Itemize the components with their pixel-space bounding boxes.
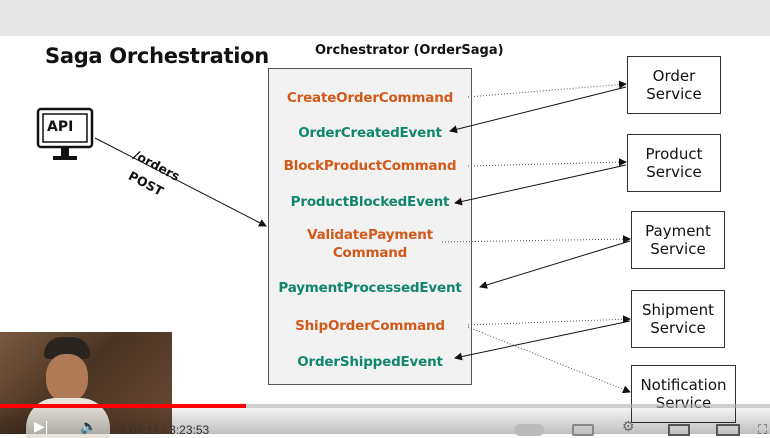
product-blocked-return-arrow <box>454 164 627 206</box>
order-created-return-arrow <box>449 86 627 134</box>
notification-dotted-arrow <box>467 326 631 394</box>
autoplay-toggle-icon[interactable] <box>514 424 544 436</box>
presenter-face <box>46 354 88 402</box>
miniplayer-icon[interactable] <box>668 424 690 436</box>
payment-processed-return-arrow <box>479 240 631 289</box>
ship-order-dotted-arrow <box>467 315 631 326</box>
subtitles-icon[interactable] <box>572 424 594 436</box>
block-product-dotted-arrow <box>467 158 627 167</box>
fullscreen-icon[interactable]: ⛶ <box>758 422 767 438</box>
validate-payment-dotted-arrow <box>441 235 631 244</box>
next-icon[interactable]: ▶| <box>34 418 48 435</box>
api-to-orchestrator-arrow <box>94 137 267 227</box>
volume-icon[interactable]: 🔈 <box>80 418 97 435</box>
settings-gear-icon[interactable]: ⚙ <box>622 418 635 435</box>
shipment-return-arrow <box>454 320 631 361</box>
player-timecode: 1:07:11 / 3:23:53 <box>120 423 210 437</box>
create-order-dotted-arrow <box>467 80 627 98</box>
progress-fill <box>0 404 247 408</box>
theater-mode-icon[interactable] <box>716 424 740 436</box>
